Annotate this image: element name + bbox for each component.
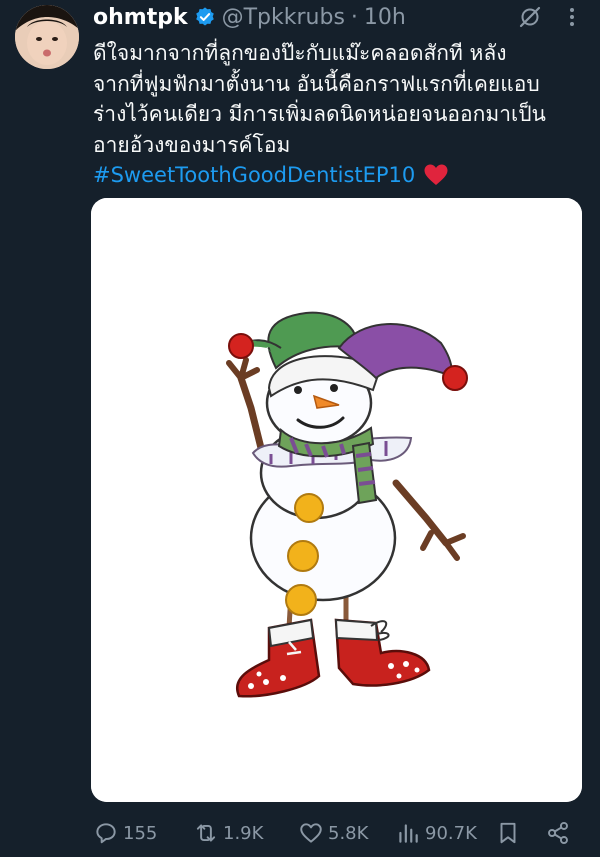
like-icon [300,823,322,843]
tweet-text: ดีใจมากจากที่ลูกของป๊ะกับแม๊ะคลอดสักที ห… [93,38,583,191]
views-count: 90.7K [425,822,477,844]
tweet-text-line: จากที่ฟูมฟักมาตั้งนาน อันนี้คือกราฟแรกที… [93,71,540,96]
like-count: 5.8K [328,822,369,844]
tweet-action-bar: 155 1.9K 5.8K 90.7K [93,815,580,851]
views-icon [399,824,418,843]
bookmark-button[interactable] [495,820,525,846]
reply-button[interactable]: 155 [93,820,157,846]
share-button[interactable] [545,820,575,846]
avatar-image [15,5,79,69]
bookmark-icon [500,822,516,844]
tweet-media-image[interactable] [91,198,582,802]
share-icon [548,821,568,845]
views-button[interactable]: 90.7K [395,820,477,846]
hashtag-line: #SweetToothGoodDentistEP10 [93,160,583,191]
repost-button[interactable]: 1.9K [193,820,263,846]
repost-icon [196,824,216,842]
repost-count: 1.9K [223,822,264,844]
timestamp[interactable]: 10h [364,5,406,30]
separator-dot: · [350,4,358,30]
heart-emoji-icon [424,164,448,186]
tweet-text-line: อายอ้วงของมารค์โอม [93,132,291,157]
like-button[interactable]: 5.8K [298,820,368,846]
tweet-header: ohmtpk @Tpkkrubs · 10h [93,0,580,34]
display-name[interactable]: ohmtpk [93,5,188,30]
snowman-jester-illustration [91,198,582,802]
reply-icon [96,823,116,844]
reply-count: 155 [123,822,158,844]
avatar[interactable] [15,5,79,69]
grok-icon[interactable] [518,5,542,29]
hashtag-link[interactable]: #SweetToothGoodDentistEP10 [93,160,415,191]
verified-badge-icon[interactable] [194,6,216,28]
handle[interactable]: @Tpkkrubs [222,5,345,30]
more-icon[interactable] [560,5,584,29]
tweet-text-line: ดีใจมากจากที่ลูกของป๊ะกับแม๊ะคลอดสักที ห… [93,41,507,65]
tweet-text-line: ร่างไว้คนเดียว มีการเพิ่มลดนิดหน่อยจนออก… [93,102,546,126]
